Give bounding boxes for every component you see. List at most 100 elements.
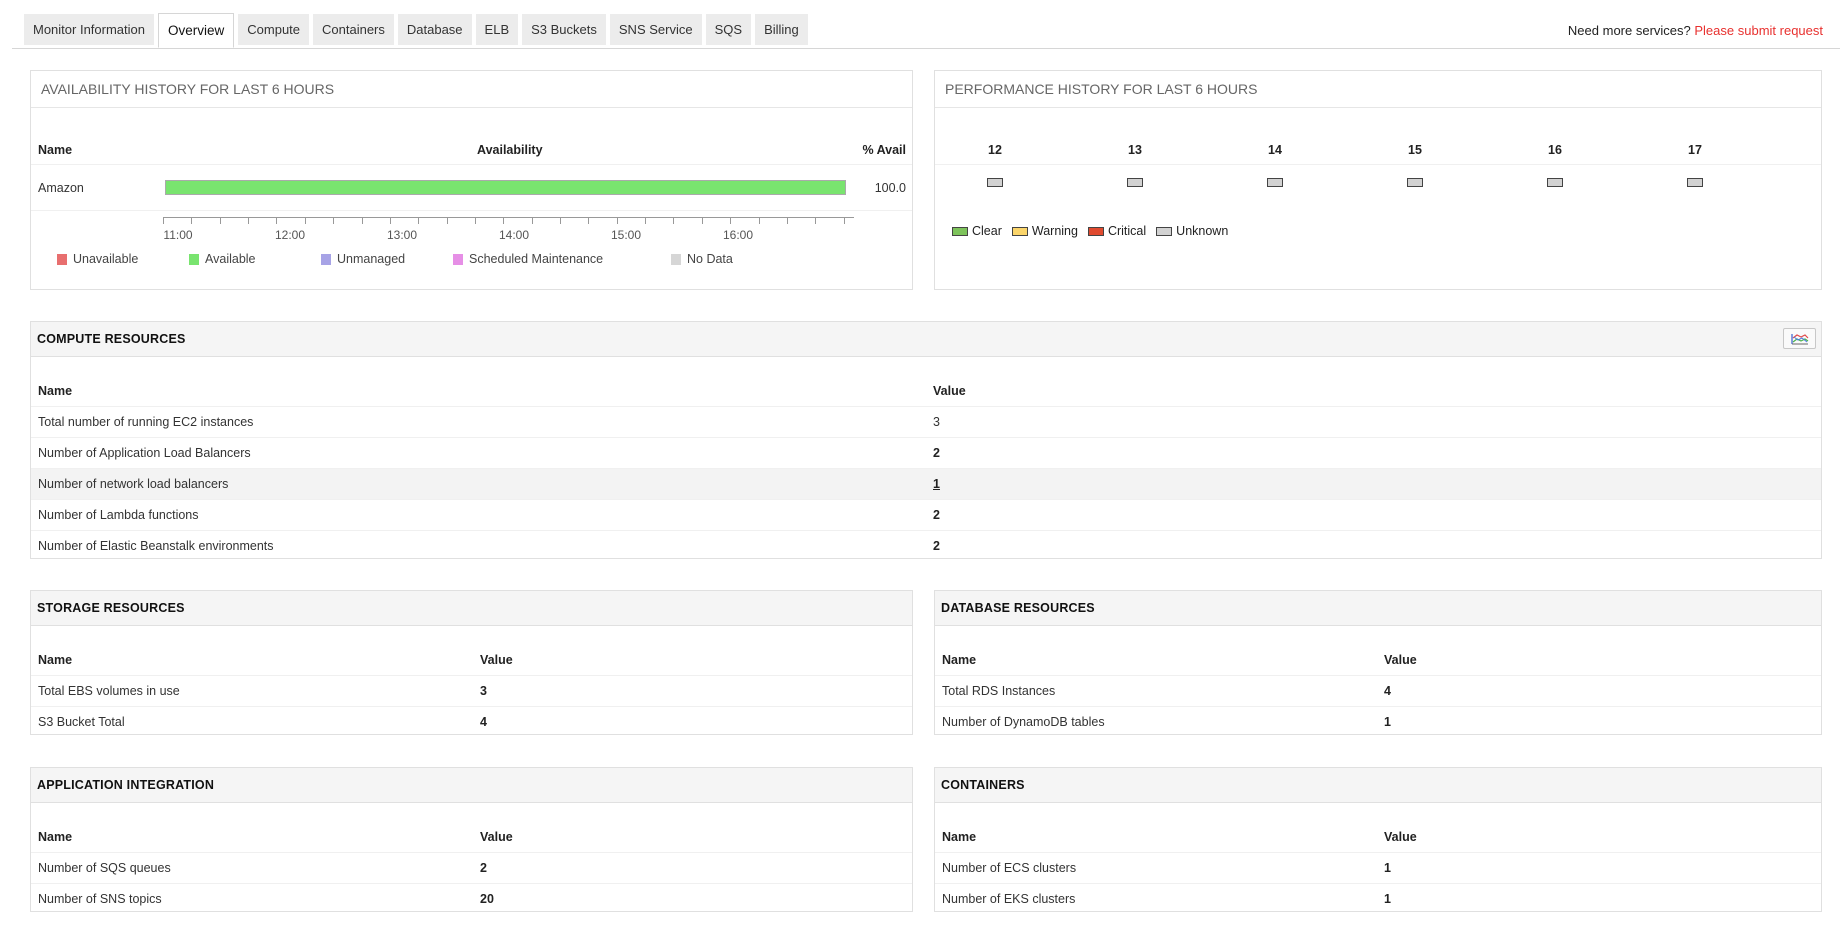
legend-label: Critical <box>1107 224 1147 238</box>
status-box-unknown[interactable] <box>987 178 1003 187</box>
axis-tick <box>276 218 277 224</box>
col-value: Value <box>926 357 1821 407</box>
status-box-unknown[interactable] <box>1127 178 1143 187</box>
resource-name: Number of EKS clusters <box>942 891 1076 906</box>
legend-item-critical: Critical <box>1087 224 1147 238</box>
resource-name: Number of ECS clusters <box>935 852 1377 884</box>
axis-tick <box>673 218 674 224</box>
legend-item-clear: Clear <box>952 224 1002 238</box>
legend-swatch <box>1011 226 1028 236</box>
resource-name: Number of network load balancers <box>31 468 926 500</box>
database-resources-table: Name Value Total RDS Instances 4 Number o… <box>935 626 1821 737</box>
containers-panel: CONTAINERS Name Value Number of ECS clus… <box>934 767 1822 912</box>
resource-value: 3 <box>473 675 912 707</box>
resource-name: Number of SQS queues <box>31 852 473 884</box>
axis-tick <box>418 218 419 224</box>
compute-resources-title: COMPUTE RESOURCES <box>31 322 1821 357</box>
tab-monitor-information[interactable]: Monitor Information <box>24 14 154 45</box>
time-axis <box>163 217 854 225</box>
legend-label: Unknown <box>1176 224 1229 238</box>
chart-view-button[interactable] <box>1783 328 1816 349</box>
hour-label: 16 <box>1548 143 1562 157</box>
col-name: Name <box>935 803 1377 853</box>
axis-tick <box>475 218 476 224</box>
chart-icon <box>1790 333 1808 344</box>
resource-name: Number of DynamoDB tables <box>942 714 1105 729</box>
status-box-unknown[interactable] <box>1407 178 1423 187</box>
axis-tick <box>362 218 363 224</box>
tab-billing[interactable]: Billing <box>755 14 808 45</box>
table-row: Number of SNS topics 20 <box>31 883 912 914</box>
tab-s3-buckets[interactable]: S3 Buckets <box>522 14 606 45</box>
tab-containers[interactable]: Containers <box>313 14 394 45</box>
availability-row: Amazon 100.0 <box>31 165 912 211</box>
resource-value: 2 <box>926 499 1821 531</box>
col-name: Name <box>38 143 73 157</box>
resource-name: Total number of running EC2 instances <box>31 406 926 438</box>
resource-value: 1 <box>1384 714 1391 729</box>
resource-value: 2 <box>926 437 1821 469</box>
status-box-unknown[interactable] <box>1267 178 1283 187</box>
tab-compute[interactable]: Compute <box>238 14 310 45</box>
table-row: Number of ECS clusters 1 <box>935 852 1821 884</box>
table-row: Number of Lambda functions 2 <box>31 499 1821 531</box>
legend-label: Warning <box>1031 224 1078 238</box>
database-resources-title: DATABASE RESOURCES <box>935 591 1821 626</box>
tab-database[interactable]: Database <box>397 14 472 45</box>
legend-label: Available <box>205 252 256 266</box>
resource-name: Total EBS volumes in use <box>31 675 473 707</box>
storage-resources-table: Name Value Total EBS volumes in use 3 S3 … <box>31 626 912 737</box>
resource-value: 4 <box>480 714 487 729</box>
axis-tick <box>560 218 561 224</box>
resource-name: Number of Lambda functions <box>31 499 926 531</box>
pct-avail-value: 100.0 <box>874 181 906 195</box>
table-row: Number of EKS clusters 1 <box>935 883 1821 914</box>
resource-name: S3 Bucket Total <box>38 714 125 729</box>
submit-request-link[interactable]: Please submit request <box>1694 23 1823 38</box>
legend-label: Unavailable <box>73 252 139 266</box>
hour-label: 14 <box>1268 143 1282 157</box>
database-resources-panel: DATABASE RESOURCES Name Value Total RDS … <box>934 590 1822 735</box>
legend-item-unmanaged: Unmanaged <box>321 252 405 266</box>
tab-overview[interactable]: Overview <box>158 13 235 48</box>
need-more-services: Need more services? Please submit reques… <box>1568 23 1823 38</box>
axis-tick <box>248 218 249 224</box>
hour-label: 13 <box>1128 143 1142 157</box>
storage-resources-title: STORAGE RESOURCES <box>31 591 912 626</box>
resource-name: Number of SNS topics <box>38 891 162 906</box>
axis-tick <box>532 218 533 224</box>
legend-swatch <box>952 226 968 236</box>
resource-value-link[interactable]: 1 <box>933 477 940 491</box>
performance-hours-header: 12 13 14 15 16 17 <box>935 131 1821 165</box>
axis-tick <box>844 218 845 224</box>
resource-name: Number of Elastic Beanstalk environments <box>38 538 274 553</box>
hour-label: 15 <box>1408 143 1422 157</box>
axis-tick <box>759 218 760 224</box>
status-box-unknown[interactable] <box>1547 178 1563 187</box>
availability-bar[interactable] <box>165 180 846 195</box>
axis-tick-label: 11:00 <box>163 228 193 242</box>
need-more-text: Need more services? <box>1567 23 1691 38</box>
status-box-unknown[interactable] <box>1687 178 1703 187</box>
axis-tick <box>447 218 448 224</box>
axis-tick <box>702 218 703 224</box>
resource-value: 20 <box>480 891 494 906</box>
tab-elb[interactable]: ELB <box>475 14 519 45</box>
tab-sqs[interactable]: SQS <box>705 14 752 45</box>
tab-sns-service[interactable]: SNS Service <box>609 14 702 45</box>
legend-swatch <box>57 253 67 265</box>
legend-label: Unmanaged <box>337 252 406 266</box>
availability-segment-available[interactable] <box>166 181 845 194</box>
resource-name: Number of Application Load Balancers <box>31 437 926 469</box>
monitor-name[interactable]: Amazon <box>38 181 84 195</box>
col-name: Name <box>935 626 1377 676</box>
legend-swatch <box>189 253 199 265</box>
legend-swatch <box>1087 226 1104 236</box>
axis-tick-label: 12:00 <box>274 228 306 242</box>
table-row: Number of Elastic Beanstalk environments… <box>31 530 1821 561</box>
table-row: Number of Application Load Balancers 2 <box>31 437 1821 469</box>
axis-tick <box>191 218 192 224</box>
axis-tick <box>503 218 504 224</box>
legend-item-available: Available <box>189 252 256 266</box>
axis-tick <box>730 218 731 224</box>
